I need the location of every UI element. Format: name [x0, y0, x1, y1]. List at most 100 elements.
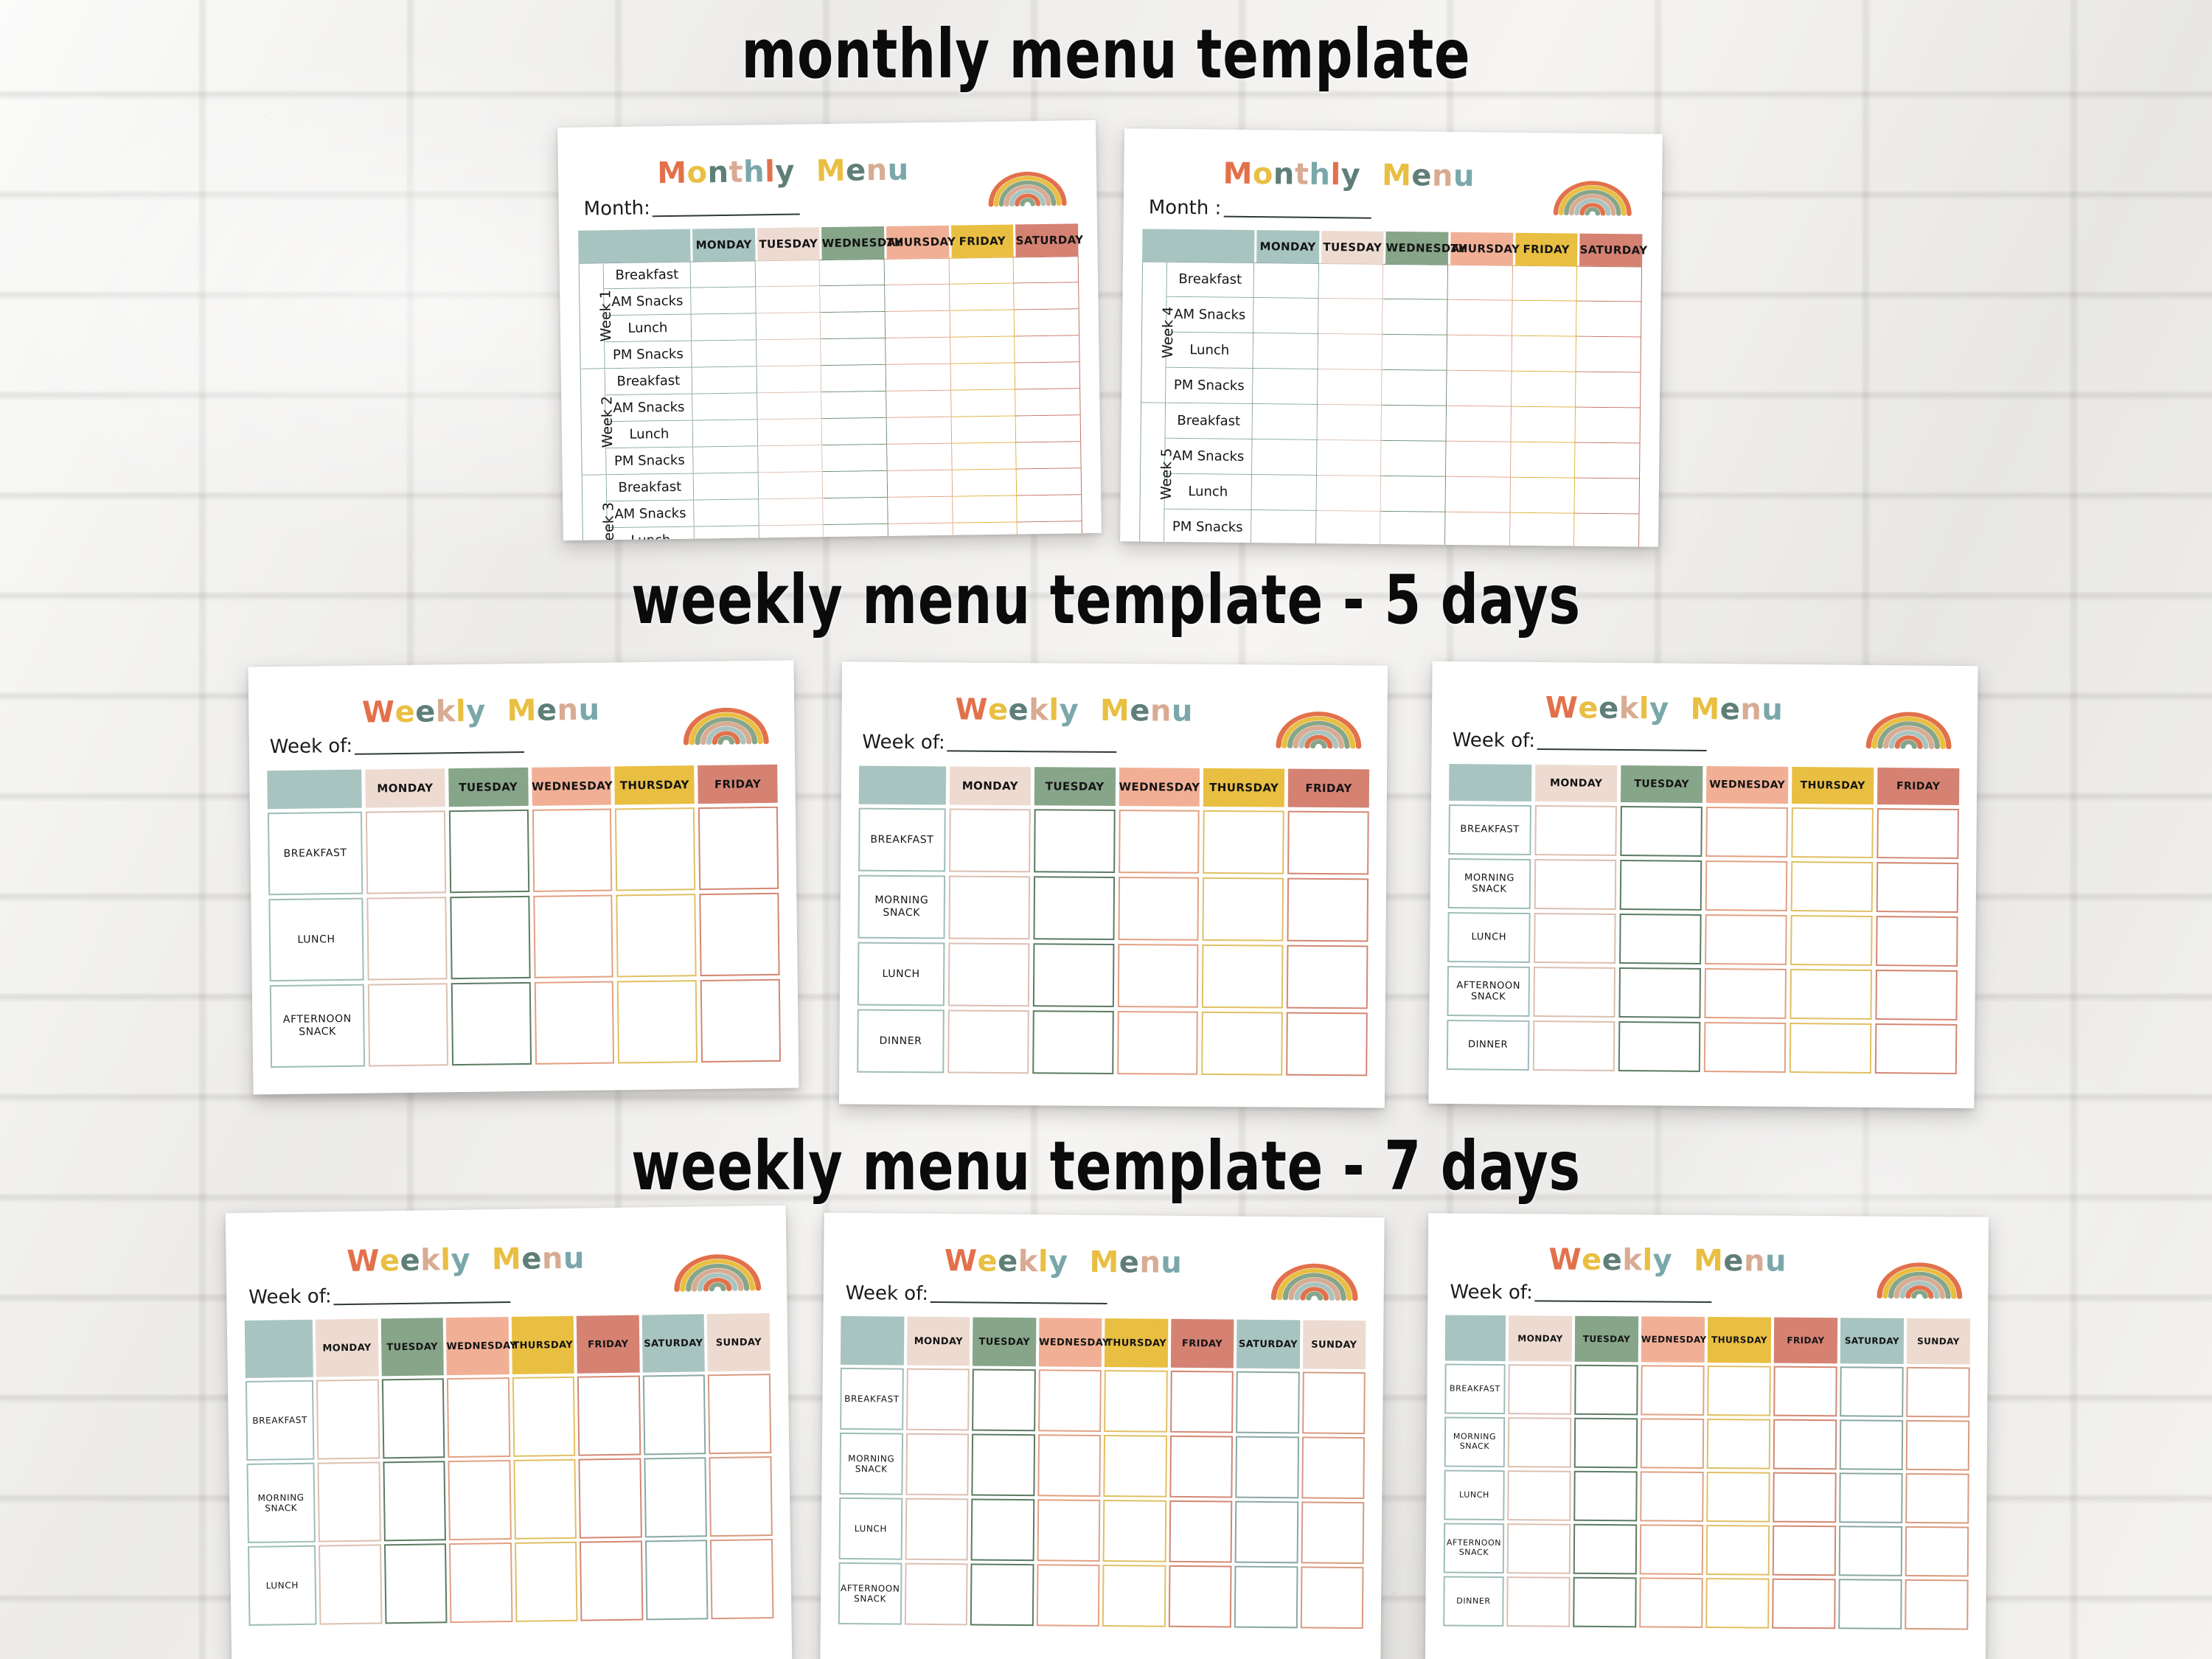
menu-cell[interactable] — [1014, 282, 1079, 310]
menu-cell[interactable] — [1447, 264, 1513, 301]
menu-cell[interactable] — [1380, 511, 1446, 547]
menu-cell[interactable] — [690, 260, 756, 288]
menu-cell[interactable] — [886, 417, 952, 445]
menu-cell[interactable] — [1033, 809, 1116, 874]
menu-cell[interactable] — [1839, 1419, 1904, 1470]
menu-cell[interactable] — [823, 497, 888, 526]
menu-cell[interactable] — [1876, 916, 1958, 967]
menu-cell[interactable] — [1532, 1020, 1615, 1071]
menu-cell[interactable] — [1169, 1370, 1234, 1433]
menu-cell[interactable] — [1773, 1472, 1837, 1523]
menu-cell[interactable] — [1619, 860, 1703, 911]
menu-cell[interactable] — [758, 472, 824, 500]
menu-cell[interactable] — [692, 393, 758, 421]
menu-cell[interactable] — [1533, 966, 1616, 1018]
field-underline[interactable] — [947, 750, 1117, 754]
menu-cell[interactable] — [821, 391, 887, 420]
menu-cell[interactable] — [1506, 1576, 1571, 1627]
menu-cell[interactable] — [1168, 1565, 1232, 1628]
menu-cell[interactable] — [1838, 1579, 1902, 1630]
menu-cell[interactable] — [1905, 1579, 1969, 1630]
menu-cell[interactable] — [757, 419, 823, 447]
menu-cell[interactable] — [1117, 944, 1199, 1008]
menu-cell[interactable] — [1576, 301, 1642, 338]
menu-cell[interactable] — [972, 1368, 1036, 1432]
menu-cell[interactable] — [757, 445, 823, 473]
menu-cell[interactable] — [580, 1540, 644, 1621]
menu-cell[interactable] — [1707, 1366, 1771, 1416]
field-underline[interactable] — [333, 1301, 511, 1306]
menu-cell[interactable] — [1252, 439, 1318, 476]
menu-cell[interactable] — [1301, 1371, 1366, 1435]
menu-cell[interactable] — [757, 366, 822, 394]
menu-cell[interactable] — [1575, 442, 1641, 479]
menu-cell[interactable] — [446, 1377, 511, 1458]
menu-cell[interactable] — [1016, 442, 1082, 470]
menu-cell[interactable] — [1512, 265, 1578, 302]
menu-cell[interactable] — [1446, 406, 1512, 442]
menu-cell[interactable] — [1382, 299, 1448, 335]
menu-cell[interactable] — [1512, 335, 1577, 372]
menu-cell[interactable] — [1202, 877, 1284, 942]
menu-cell[interactable] — [1576, 372, 1641, 408]
menu-cell[interactable] — [887, 443, 953, 471]
menu-cell[interactable] — [1317, 369, 1382, 406]
menu-cell[interactable] — [905, 1433, 970, 1496]
menu-cell[interactable] — [383, 1543, 448, 1624]
menu-cell[interactable] — [1574, 478, 1641, 515]
menu-cell[interactable] — [885, 310, 950, 338]
menu-cell[interactable] — [1640, 1418, 1705, 1469]
menu-cell[interactable] — [708, 1374, 772, 1455]
menu-cell[interactable] — [316, 1379, 380, 1460]
menu-cell[interactable] — [1037, 1499, 1101, 1562]
menu-cell[interactable] — [1015, 362, 1081, 390]
menu-cell[interactable] — [1705, 1577, 1770, 1629]
menu-cell[interactable] — [949, 808, 1031, 873]
menu-cell[interactable] — [905, 1498, 969, 1561]
menu-cell[interactable] — [1032, 1010, 1114, 1075]
menu-cell[interactable] — [691, 313, 757, 341]
menu-cell[interactable] — [1447, 299, 1513, 336]
menu-cell[interactable] — [694, 499, 759, 527]
menu-cell[interactable] — [1706, 1419, 1771, 1470]
menu-cell[interactable] — [1169, 1500, 1233, 1563]
menu-cell[interactable] — [1789, 1023, 1872, 1074]
menu-cell[interactable] — [1315, 510, 1381, 547]
menu-cell[interactable] — [1511, 406, 1576, 443]
menu-cell[interactable] — [1316, 475, 1382, 512]
menu-cell[interactable] — [1253, 298, 1319, 334]
menu-cell[interactable] — [577, 1375, 641, 1456]
menu-cell[interactable] — [448, 1459, 512, 1541]
menu-cell[interactable] — [1840, 1366, 1904, 1417]
menu-cell[interactable] — [884, 257, 950, 285]
menu-cell[interactable] — [1905, 1526, 1969, 1577]
menu-cell[interactable] — [1382, 369, 1447, 406]
menu-cell[interactable] — [820, 311, 886, 340]
menu-cell[interactable] — [1033, 876, 1115, 941]
menu-cell[interactable] — [1318, 333, 1383, 370]
menu-cell[interactable] — [1318, 262, 1384, 299]
menu-cell[interactable] — [950, 336, 1015, 364]
menu-cell[interactable] — [1705, 807, 1788, 858]
menu-cell[interactable] — [821, 417, 888, 446]
menu-cell[interactable] — [1017, 495, 1082, 523]
menu-cell[interactable] — [756, 339, 821, 367]
menu-cell[interactable] — [1507, 1470, 1571, 1521]
menu-cell[interactable] — [1036, 1564, 1100, 1627]
menu-cell[interactable] — [1103, 1435, 1167, 1498]
menu-cell[interactable] — [1318, 298, 1383, 335]
menu-cell[interactable] — [1287, 945, 1368, 1009]
menu-cell[interactable] — [1102, 1565, 1166, 1627]
menu-cell[interactable] — [709, 1456, 773, 1537]
menu-cell[interactable] — [888, 496, 953, 524]
menu-cell[interactable] — [448, 809, 529, 894]
menu-cell[interactable] — [1773, 1419, 1837, 1470]
menu-cell[interactable] — [1877, 808, 1959, 860]
menu-cell[interactable] — [1874, 1023, 1958, 1075]
menu-cell[interactable] — [1169, 1435, 1234, 1498]
menu-cell[interactable] — [1015, 335, 1080, 364]
menu-cell[interactable] — [1703, 1022, 1787, 1073]
field-underline[interactable] — [355, 751, 525, 755]
field-underline[interactable] — [653, 213, 801, 218]
menu-cell[interactable] — [319, 1544, 383, 1625]
